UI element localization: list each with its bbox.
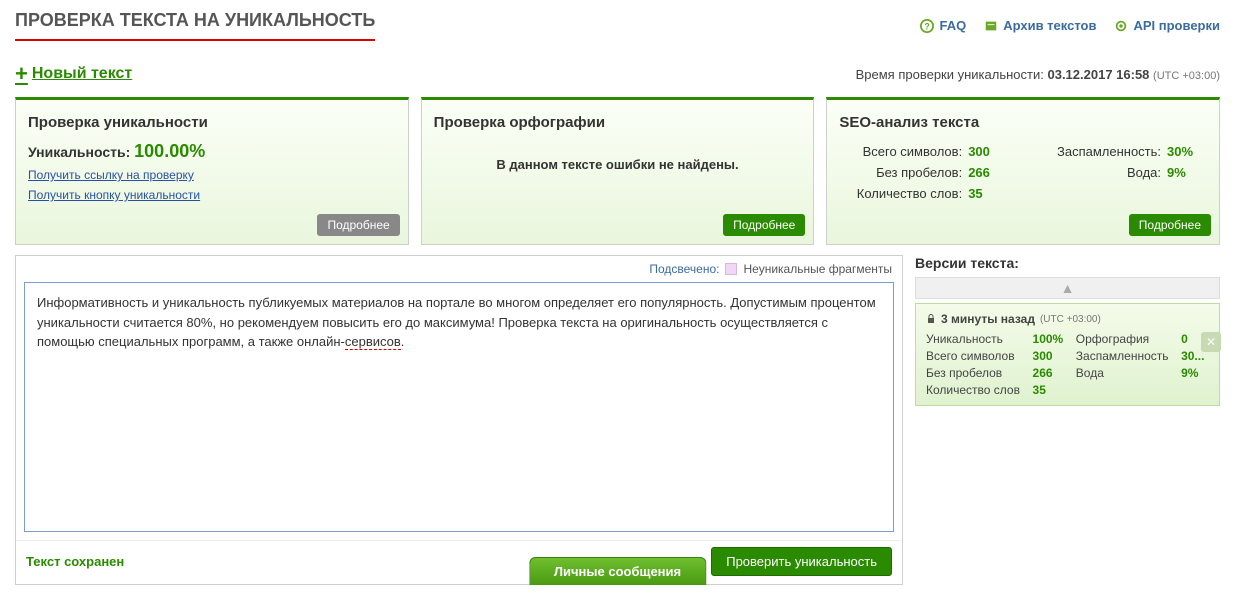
check-timestamp: Время проверки уникальности: 03.12.2017 …	[856, 67, 1220, 82]
editor-text-c: .	[401, 334, 405, 349]
legend: Подсвечено: Неуникальные фрагменты	[16, 256, 902, 282]
seo-nospace-val: 266	[968, 165, 1008, 180]
v-nospace-v: 266	[1033, 366, 1068, 380]
version-time: 3 минуты назад	[941, 312, 1035, 326]
editor-text-a: Информативность и уникальность публикуем…	[37, 295, 876, 349]
spelling-panel: Проверка орфографии В данном тексте ошиб…	[421, 97, 815, 245]
v-words-l: Количество слов	[926, 383, 1025, 397]
v-water-l: Вода	[1076, 366, 1173, 380]
v-uniq-l: Уникальность	[926, 332, 1025, 346]
uniqueness-panel: Проверка уникальности Уникальность: 100.…	[15, 97, 409, 245]
gear-icon	[1114, 19, 1128, 33]
plus-icon: +	[15, 61, 28, 87]
uniq-more-button[interactable]: Подробнее	[317, 214, 399, 236]
v-spam-l: Заспамленность	[1076, 349, 1173, 363]
uniqueness-title: Проверка уникальности	[28, 114, 396, 131]
top-links: ? FAQ Архив текстов API проверки	[920, 18, 1220, 33]
version-close-button[interactable]: ✕	[1201, 332, 1221, 352]
archive-label: Архив текстов	[1003, 18, 1096, 33]
v-spell-l: Орфография	[1076, 332, 1173, 346]
seo-water-val: 9%	[1167, 165, 1207, 180]
text-editor[interactable]: Информативность и уникальность публикуем…	[24, 282, 894, 532]
time-value: 03.12.2017 16:58	[1047, 67, 1149, 82]
faq-label: FAQ	[939, 18, 966, 33]
v-words-v: 35	[1033, 383, 1068, 397]
v-chars-v: 300	[1033, 349, 1068, 363]
nonunique-swatch	[725, 263, 737, 275]
seo-words-label: Количество слов:	[839, 186, 968, 201]
saved-status: Текст сохранен	[26, 554, 124, 569]
seo-more-button[interactable]: Подробнее	[1129, 214, 1211, 236]
help-icon: ?	[920, 19, 934, 33]
time-tz: (UTC +03:00)	[1153, 70, 1220, 82]
seo-title: SEO-анализ текста	[839, 114, 1207, 131]
legend-highlighted: Подсвечено:	[649, 262, 719, 276]
uniqueness-label: Уникальность:	[28, 144, 130, 160]
lock-icon	[926, 314, 936, 324]
seo-words-val: 35	[968, 186, 1008, 201]
seo-total-chars-label: Всего символов:	[839, 144, 968, 159]
svg-text:?: ?	[925, 21, 930, 31]
time-label: Время проверки уникальности:	[856, 67, 1044, 82]
seo-panel: SEO-анализ текста Всего символов:300 Без…	[826, 97, 1220, 245]
v-water-v: 9%	[1181, 366, 1209, 380]
editor-text-misspell: сервисов	[345, 334, 401, 350]
uniqueness-pct: 100.00%	[134, 141, 205, 161]
get-link-link[interactable]: Получить ссылку на проверку	[28, 168, 396, 182]
v-uniq-v: 100%	[1033, 332, 1068, 346]
seo-nospace-label: Без пробелов:	[839, 165, 968, 180]
spelling-message: В данном тексте ошибки не найдены.	[434, 157, 802, 172]
archive-link[interactable]: Архив текстов	[984, 18, 1096, 33]
v-chars-l: Всего символов	[926, 349, 1025, 363]
personal-messages-tab[interactable]: Личные сообщения	[529, 557, 706, 585]
api-label: API проверки	[1133, 18, 1220, 33]
versions-panel: Версии текста: ▲ 3 минуты назад (UTC +03…	[915, 255, 1220, 585]
legend-nonunique: Неуникальные фрагменты	[743, 262, 892, 276]
version-card[interactable]: 3 минуты назад (UTC +03:00) Уникальность…	[915, 303, 1220, 406]
close-icon: ✕	[1206, 335, 1216, 349]
faq-link[interactable]: ? FAQ	[920, 18, 966, 33]
seo-water-label: Вода:	[1038, 165, 1167, 180]
editor-panel: Подсвечено: Неуникальные фрагменты Инфор…	[15, 255, 903, 585]
new-text-label: Новый текст	[32, 65, 132, 83]
get-button-link[interactable]: Получить кнопку уникальности	[28, 188, 396, 202]
archive-icon	[984, 19, 998, 33]
version-head: 3 минуты назад (UTC +03:00)	[926, 312, 1209, 326]
api-link[interactable]: API проверки	[1114, 18, 1220, 33]
seo-total-chars-val: 300	[968, 144, 1008, 159]
versions-title: Версии текста:	[915, 255, 1220, 271]
spell-more-button[interactable]: Подробнее	[723, 214, 805, 236]
versions-scroll-up[interactable]: ▲	[915, 277, 1220, 299]
new-text-button[interactable]: + Новый текст	[15, 61, 132, 87]
chevron-up-icon: ▲	[1061, 280, 1075, 296]
seo-spam-val: 30%	[1167, 144, 1207, 159]
uniqueness-value-row: Уникальность: 100.00%	[28, 141, 396, 162]
page-title: ПРОВЕРКА ТЕКСТА НА УНИКАЛЬНОСТЬ	[15, 10, 375, 41]
spelling-title: Проверка орфографии	[434, 114, 802, 131]
version-tz: (UTC +03:00)	[1040, 314, 1101, 325]
seo-spam-label: Заспамленность:	[1038, 144, 1167, 159]
v-nospace-l: Без пробелов	[926, 366, 1025, 380]
check-uniqueness-button[interactable]: Проверить уникальность	[711, 547, 892, 576]
